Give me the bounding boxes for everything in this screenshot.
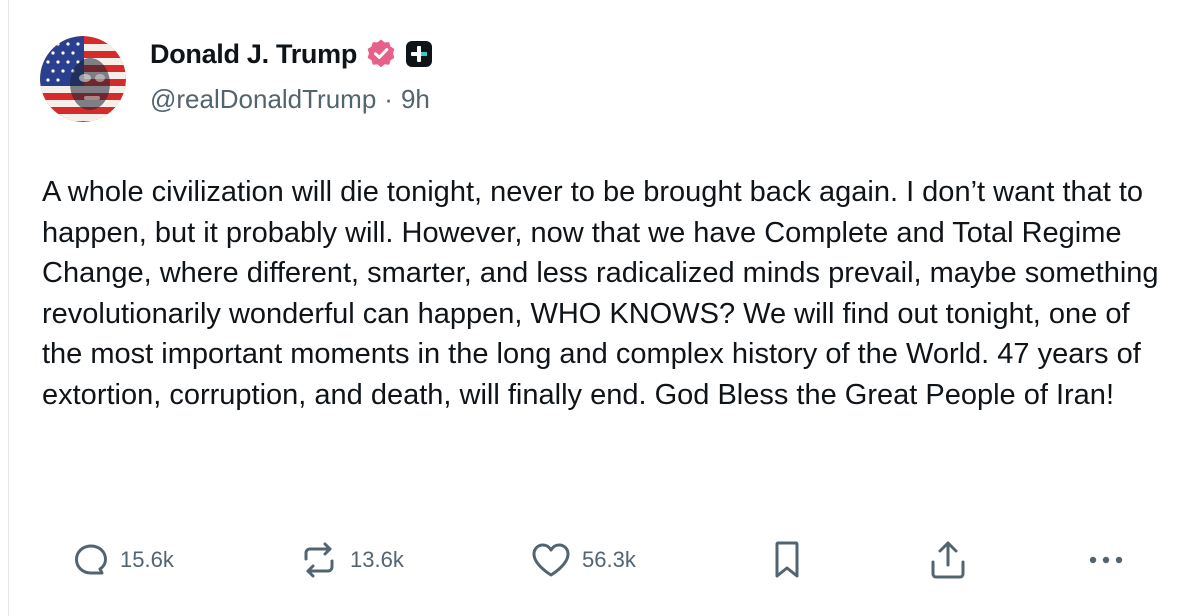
action-bar: 15.6k 13.6k 56.3k xyxy=(0,536,1188,584)
like-icon xyxy=(530,541,572,579)
repost-icon xyxy=(298,541,340,579)
reply-button[interactable]: 15.6k xyxy=(72,536,174,584)
avatar[interactable] xyxy=(40,36,126,122)
post-timestamp[interactable]: 9h xyxy=(401,84,430,115)
like-count: 56.3k xyxy=(582,547,636,572)
share-button[interactable] xyxy=(926,536,970,584)
repost-count: 13.6k xyxy=(350,547,404,572)
reply-count: 15.6k xyxy=(120,547,174,572)
post-card: Donald J. Trump @realDonaldTrump · 9h A … xyxy=(0,0,1188,616)
plus-badge-icon xyxy=(405,40,433,68)
like-button[interactable]: 56.3k xyxy=(530,536,636,584)
author-handle[interactable]: @realDonaldTrump xyxy=(150,84,376,115)
meta-separator: · xyxy=(384,84,393,114)
repost-button[interactable]: 13.6k xyxy=(298,536,404,584)
share-icon xyxy=(926,538,970,582)
author-name-row: Donald J. Trump xyxy=(150,36,433,72)
author-meta-row: @realDonaldTrump · 9h xyxy=(150,84,430,115)
bookmark-button[interactable] xyxy=(770,536,804,584)
more-icon xyxy=(1086,550,1126,570)
verified-badge-icon xyxy=(365,38,397,70)
author-display-name[interactable]: Donald J. Trump xyxy=(150,39,357,70)
post-text: A whole civilization will die tonight, n… xyxy=(42,176,1159,411)
bookmark-icon xyxy=(770,539,804,581)
left-divider xyxy=(8,0,9,616)
reply-icon xyxy=(72,541,110,579)
more-options-button[interactable] xyxy=(1086,536,1126,584)
